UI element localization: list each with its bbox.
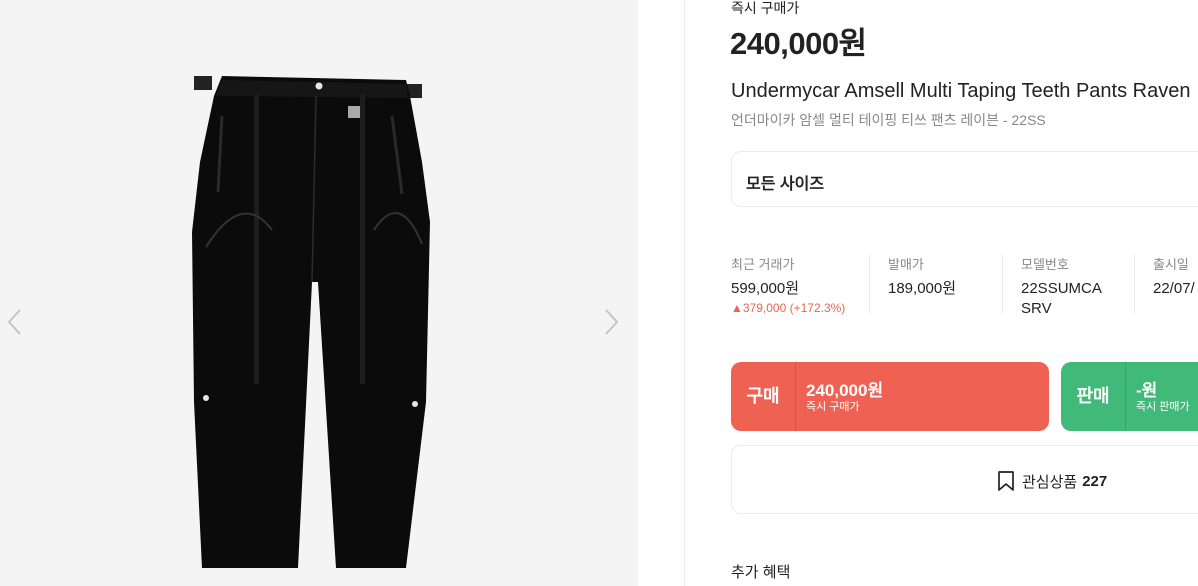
info-divider (869, 254, 870, 314)
size-selector[interactable]: 모든 사이즈 (731, 151, 1198, 207)
release-price-label: 발매가 (888, 257, 924, 272)
model-number-info: 모델번호 22SSUMCA SRV (1021, 254, 1117, 319)
recent-trade-price: 599,000원 (731, 280, 800, 297)
model-number-label: 모델번호 (1021, 257, 1069, 272)
additional-benefits-heading: 추가 혜택 (731, 564, 791, 581)
recent-trade-info: 최근 거래가 599,000원 ▲379,000 (+172.3%) (731, 254, 845, 315)
product-title-english: Undermycar Amsell Multi Taping Teeth Pan… (731, 80, 1191, 102)
buy-button-label: 구매 (746, 386, 780, 406)
product-gallery (0, 0, 638, 586)
next-image-arrow-icon[interactable] (600, 306, 622, 338)
buy-button-subtitle: 즉시 구매가 (806, 401, 860, 413)
wishlist-button[interactable]: 관심상품 227 (731, 445, 1198, 514)
release-date-value: 22/07/ (1153, 280, 1195, 297)
recent-trade-label: 최근 거래가 (731, 257, 795, 272)
buy-button-separator (795, 362, 796, 431)
release-date-info: 출시일 22/07/ (1153, 254, 1195, 299)
info-divider (1002, 254, 1003, 314)
release-price-value: 189,000원 (888, 280, 957, 297)
sell-button-separator (1125, 362, 1126, 431)
previous-image-arrow-icon[interactable] (4, 306, 26, 338)
product-image (192, 76, 430, 568)
panel-divider (684, 0, 685, 586)
wishlist-label: 관심상품 (1022, 473, 1078, 491)
info-divider (1134, 254, 1135, 314)
sell-button[interactable]: 판매 -원 즉시 판매가 (1061, 362, 1198, 431)
instant-buy-price-label: 즉시 구매가 (731, 0, 800, 16)
sell-button-subtitle: 즉시 판매가 (1136, 401, 1190, 413)
instant-buy-price: 240,000원 (730, 26, 867, 61)
product-title-korean: 언더마이카 암셀 멀티 테이핑 티쓰 팬츠 레이븐 - 22SS (731, 112, 1046, 128)
bookmark-icon (998, 471, 1014, 491)
buy-button[interactable]: 구매 240,000원 즉시 구매가 (731, 362, 1049, 431)
sell-button-label: 판매 (1076, 386, 1110, 406)
wishlist-count: 227 (1082, 472, 1108, 490)
model-number-value: 22SSUMCA SRV (1021, 280, 1102, 317)
recent-trade-change: ▲379,000 (+172.3%) (731, 301, 846, 315)
release-date-label: 출시일 (1153, 257, 1189, 272)
size-selector-label: 모든 사이즈 (746, 176, 825, 193)
release-price-info: 발매가 189,000원 (888, 254, 956, 299)
